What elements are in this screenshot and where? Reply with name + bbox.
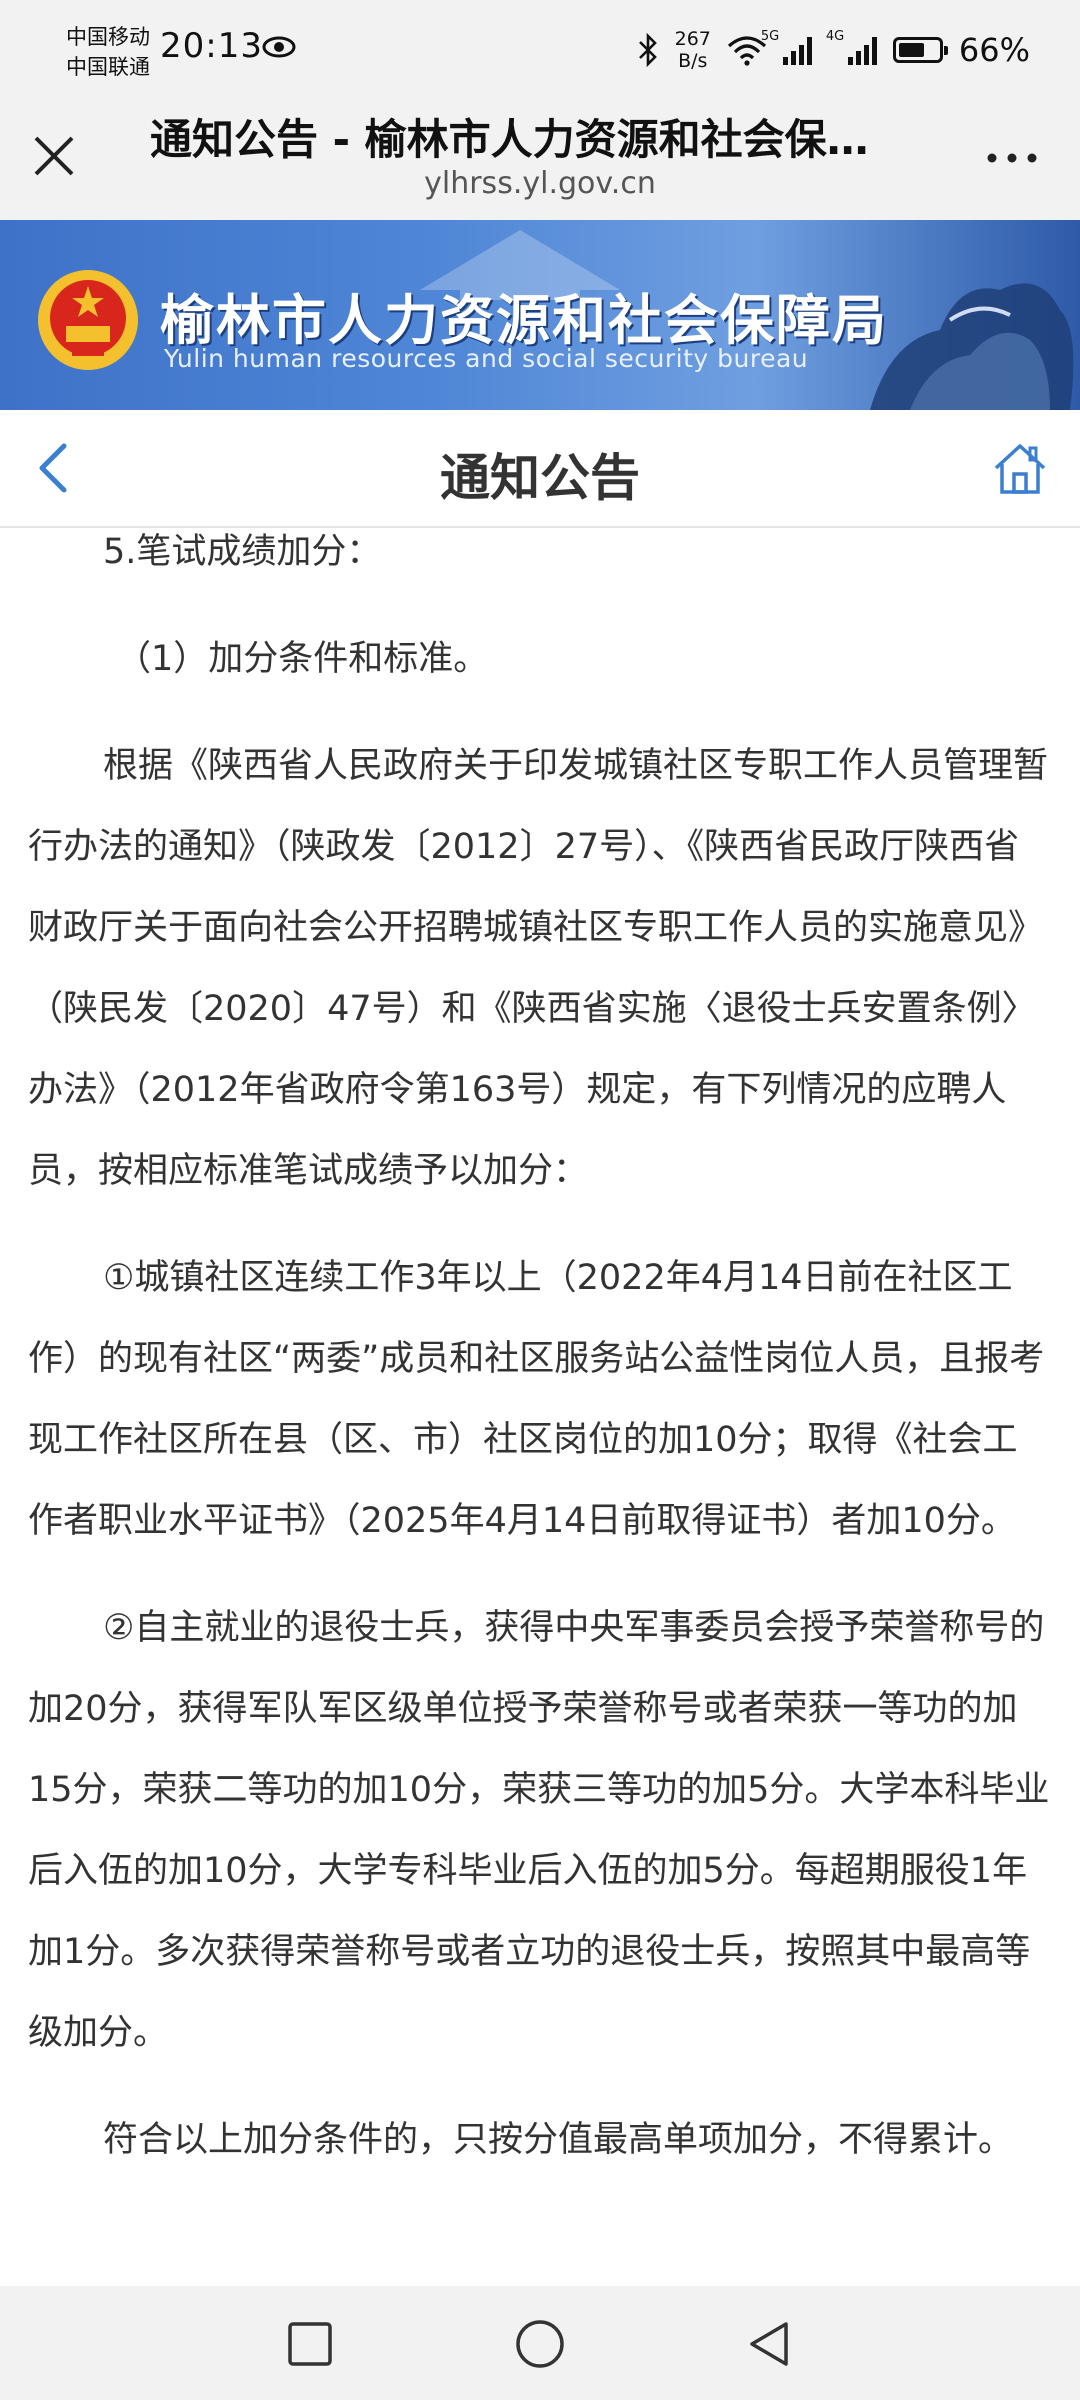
- carrier-2: 中国联通: [66, 55, 150, 79]
- site-banner: 榆林市人力资源和社会保障局 Yulin human resources and …: [0, 220, 1080, 410]
- paragraph-1: 根据《陕西省人民政府关于印发城镇社区专职工作人员管理暂行办法的通知》（陕政发〔2…: [28, 746, 1049, 1191]
- system-navigation-bar: [0, 2286, 1080, 2400]
- battery-icon: [892, 37, 948, 63]
- more-options-icon[interactable]: [984, 148, 1040, 168]
- section-heading: 5.笔试成绩加分：: [103, 532, 382, 572]
- article-body: 5.笔试成绩加分： （1）加分条件和标准。 根据《陕西省人民政府关于印发城镇社区…: [0, 526, 1080, 2286]
- carrier-info: 中国移动 中国联通: [66, 22, 150, 82]
- battery-percent: 66%: [958, 31, 1030, 69]
- recent-apps-icon[interactable]: [282, 2316, 338, 2372]
- nav-title: 通知公告: [440, 449, 640, 507]
- eye-icon: [262, 36, 296, 58]
- clock: 20:13: [160, 26, 263, 66]
- signal-4g-icon: 4G: [826, 29, 877, 65]
- paragraph-2: ①城镇社区连续工作3年以上（2022年4月14日前在社区工作）的现有社区“两委”…: [28, 1258, 1045, 1541]
- page-url: ylhrss.yl.gov.cn: [424, 166, 656, 201]
- carrier-1: 中国移动: [66, 25, 150, 49]
- national-emblem-icon: [38, 270, 138, 370]
- bluetooth-icon: [638, 33, 657, 67]
- paragraph-4: 符合以上加分条件的，只按分值最高单项加分，不得累计。: [103, 2120, 1014, 2160]
- page-title: 通知公告 - 榆林市人力资源和社会保…: [150, 115, 869, 164]
- status-icons: 267 B/s 5G 4G 66%: [637, 24, 1030, 76]
- sub-heading: （1）加分条件和标准。: [116, 639, 489, 679]
- status-bar: 中国移动 中国联通 20:13 267 B/s 5G 4G 66%: [0, 0, 1080, 100]
- signal-5g-icon: 5G: [761, 29, 812, 65]
- content-nav-bar: 通知公告: [0, 410, 1080, 528]
- back-button-icon[interactable]: [742, 2316, 798, 2372]
- home-button-icon[interactable]: [512, 2316, 568, 2372]
- banner-title-en: Yulin human resources and social securit…: [164, 344, 809, 373]
- browser-title-bar: 通知公告 - 榆林市人力资源和社会保… ylhrss.yl.gov.cn: [0, 100, 1080, 221]
- home-icon[interactable]: [990, 438, 1050, 498]
- statue-graphic: [870, 283, 1074, 410]
- paragraph-3: ②自主就业的退役士兵，获得中央军事委员会授予荣誉称号的加20分，获得军队军区级单…: [28, 1608, 1050, 2053]
- net-speed: 267 B/s: [674, 28, 711, 72]
